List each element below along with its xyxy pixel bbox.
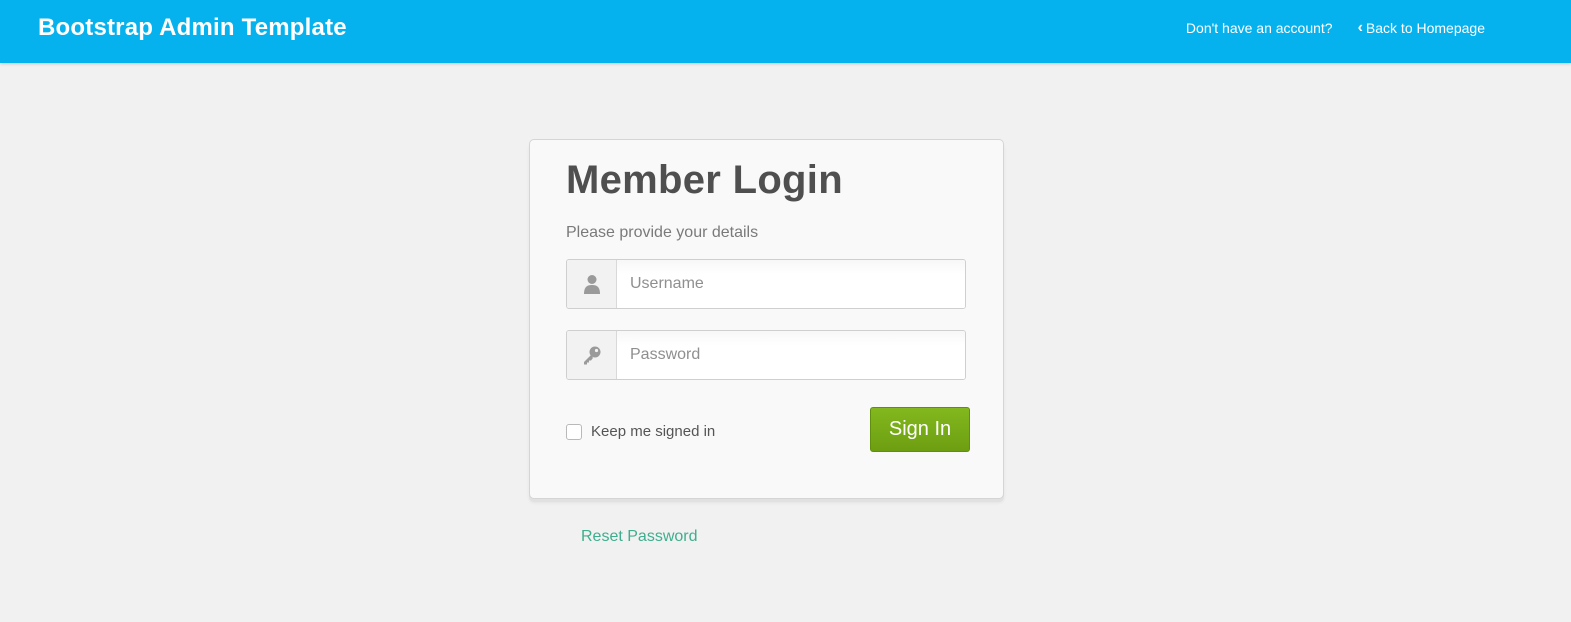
username-field-group: [566, 259, 966, 309]
remember-me-checkbox[interactable]: [566, 423, 582, 440]
password-input[interactable]: [617, 331, 965, 379]
reset-password-link[interactable]: Reset Password: [581, 528, 698, 546]
login-card: Member Login Please provide your details…: [529, 139, 1004, 499]
key-icon: [567, 331, 617, 379]
login-title: Member Login: [566, 158, 843, 202]
login-subtitle: Please provide your details: [566, 224, 759, 241]
username-input[interactable]: [617, 260, 965, 308]
top-nav: Don't have an account? ‹ Back to Homepag…: [1186, 19, 1485, 37]
remember-me[interactable]: Keep me signed in: [566, 423, 715, 440]
user-icon: [567, 260, 617, 308]
remember-me-label: Keep me signed in: [591, 423, 716, 440]
back-to-homepage-link[interactable]: ‹ Back to Homepage: [1357, 19, 1485, 37]
back-to-homepage-label: Back to Homepage: [1365, 20, 1485, 36]
password-field-group: [566, 330, 966, 380]
brand-link[interactable]: Bootstrap Admin Template: [38, 14, 347, 42]
signup-link[interactable]: Don't have an account?: [1186, 20, 1333, 36]
sign-in-button[interactable]: Sign In: [870, 407, 970, 452]
chevron-left-icon: ‹: [1357, 19, 1363, 36]
top-navbar: Bootstrap Admin Template Don't have an a…: [0, 0, 1571, 63]
